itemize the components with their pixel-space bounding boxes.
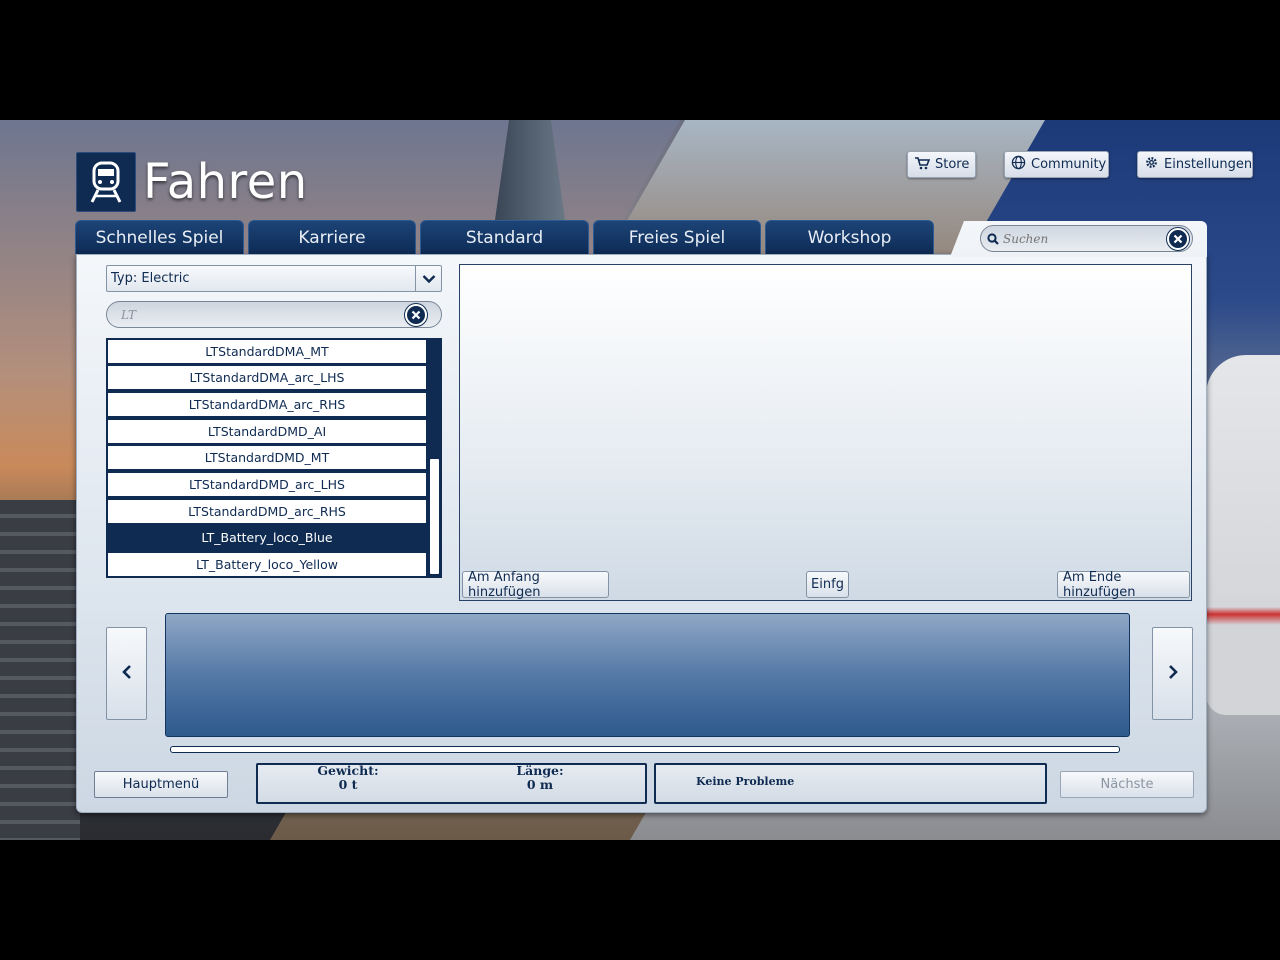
next-button[interactable]: Nächste xyxy=(1060,771,1194,798)
list-item[interactable]: LTStandardDMD_arc_LHS xyxy=(108,473,426,496)
vehicle-filter-field[interactable] xyxy=(106,301,442,328)
community-label: Community xyxy=(1031,157,1107,172)
background-tracks xyxy=(0,500,80,840)
consist-strip[interactable] xyxy=(165,613,1130,737)
gear-icon xyxy=(1144,155,1159,174)
chevron-right-icon xyxy=(1167,664,1179,684)
weight-label: Gewicht: xyxy=(317,763,379,778)
insert-button[interactable]: Einfg xyxy=(806,571,849,598)
length-value: 0 m xyxy=(526,777,554,792)
vehicle-list: LTStandardDMA_MT LTStandardDMA_arc_LHS L… xyxy=(106,338,442,578)
scroll-left-button[interactable] xyxy=(106,627,147,720)
search-input[interactable] xyxy=(1003,231,1163,246)
search-icon xyxy=(987,232,999,245)
train-icon xyxy=(76,152,136,212)
status-box: Keine Probleme xyxy=(654,763,1047,804)
consist-scroll-track[interactable] xyxy=(170,746,1120,753)
length-label: Länge: xyxy=(516,763,564,778)
store-label: Store xyxy=(935,157,970,172)
vehicle-list-scrollbar[interactable] xyxy=(428,341,440,576)
cart-icon xyxy=(914,156,931,174)
list-item[interactable]: LTStandardDMD_arc_RHS xyxy=(108,500,426,523)
consist-stats: Gewicht: 0 t Länge: 0 m xyxy=(256,763,647,804)
chevron-left-icon xyxy=(121,664,133,684)
tab-career[interactable]: Karriere xyxy=(248,220,416,254)
tab-workshop[interactable]: Workshop xyxy=(765,220,934,254)
list-item[interactable]: LTStandardDMD_AI xyxy=(108,420,426,443)
list-item-selected[interactable]: LT_Battery_loco_Blue xyxy=(108,526,426,549)
add-to-start-button[interactable]: Am Anfang hinzufügen xyxy=(462,570,609,600)
list-item[interactable]: LTStandardDMA_arc_RHS xyxy=(108,393,426,416)
add-to-end-button[interactable]: Am Ende hinzufügen xyxy=(1057,570,1190,600)
tab-standard[interactable]: Standard xyxy=(420,220,589,254)
status-text: Keine Probleme xyxy=(696,775,795,788)
store-button[interactable]: Store xyxy=(907,151,976,178)
settings-label: Einstellungen xyxy=(1164,157,1253,172)
main-menu-button[interactable]: Hauptmenü xyxy=(94,771,228,798)
community-button[interactable]: Community xyxy=(1004,151,1109,178)
list-item[interactable]: LTStandardDMA_MT xyxy=(108,340,426,363)
filter-clear-icon[interactable] xyxy=(405,303,427,326)
type-select-value: Typ: Electric xyxy=(111,271,190,286)
chevron-down-icon[interactable] xyxy=(415,266,441,291)
type-select[interactable]: Typ: Electric xyxy=(106,265,442,292)
vehicle-filter-input[interactable] xyxy=(107,307,397,322)
weight-value: 0 t xyxy=(338,777,358,792)
list-item[interactable]: LT_Battery_loco_Yellow xyxy=(108,553,426,576)
search-field[interactable] xyxy=(980,225,1193,252)
background-train xyxy=(1206,355,1280,715)
tab-free-play[interactable]: Freies Spiel xyxy=(593,220,761,254)
search-clear-icon[interactable] xyxy=(1167,227,1189,250)
settings-button[interactable]: Einstellungen xyxy=(1137,151,1253,178)
globe-icon xyxy=(1011,155,1026,174)
scroll-right-button[interactable] xyxy=(1152,627,1193,720)
tab-quick-game[interactable]: Schnelles Spiel xyxy=(75,220,244,254)
list-item[interactable]: LTStandardDMA_arc_LHS xyxy=(108,366,426,389)
page-title: Fahren xyxy=(143,154,308,210)
scrollbar-thumb[interactable] xyxy=(430,459,439,574)
vehicle-preview xyxy=(459,264,1192,601)
list-item[interactable]: LTStandardDMD_MT xyxy=(108,446,426,469)
